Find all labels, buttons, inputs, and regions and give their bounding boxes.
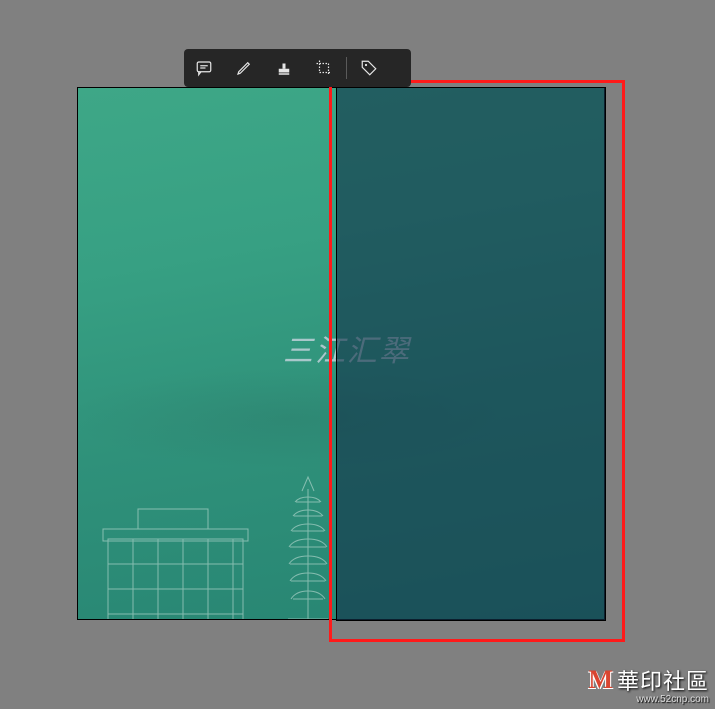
watermark-logo: M <box>588 665 613 695</box>
watermark-brand: 華印社區 <box>617 664 709 696</box>
comment-tool[interactable] <box>184 49 224 87</box>
toolbar <box>184 49 411 87</box>
editor-stage: 三江汇翠 <box>0 0 715 709</box>
tag-icon <box>360 59 378 77</box>
pencil-icon <box>235 59 253 77</box>
comment-icon <box>195 59 213 77</box>
stamp-icon <box>275 59 293 77</box>
draw-tool[interactable] <box>224 49 264 87</box>
toolbar-divider <box>346 57 347 79</box>
selection-overlay[interactable] <box>336 87 606 621</box>
crop-icon <box>315 59 333 77</box>
stamp-tool[interactable] <box>264 49 304 87</box>
watermark-url: www.52cnp.com <box>588 694 709 705</box>
crop-tool[interactable] <box>304 49 344 87</box>
watermark: M 華印社區 www.52cnp.com <box>588 664 709 705</box>
tag-tool[interactable] <box>349 49 389 87</box>
